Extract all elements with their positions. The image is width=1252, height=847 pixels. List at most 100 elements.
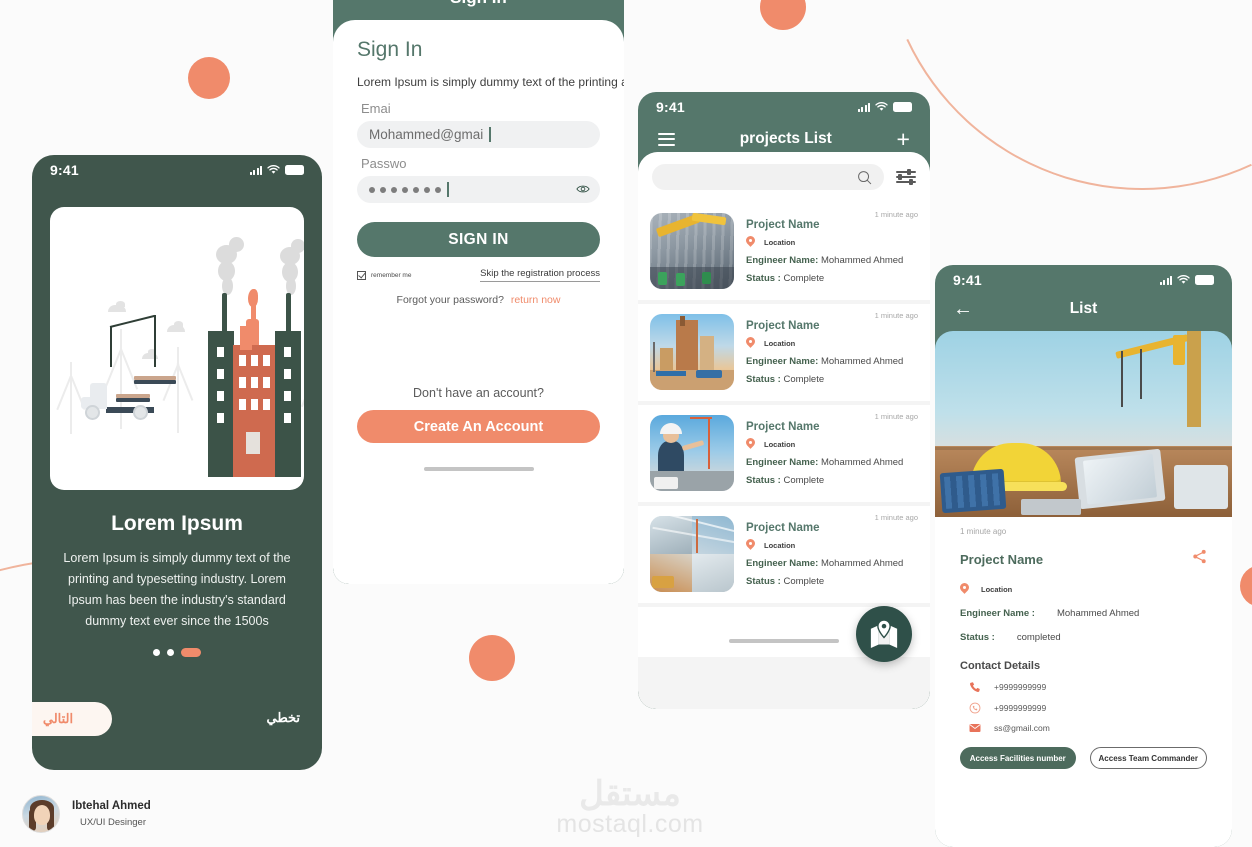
location-pin-icon [746,438,755,450]
project-timestamp: 1 minute ago [874,311,918,320]
email-field[interactable]: Mohammed@gmai [357,121,600,148]
signal-icon [249,165,262,175]
project-engineer-row: Engineer Name: Mohammed Ahmed [746,558,918,569]
create-account-button[interactable]: Create An Account [357,410,600,443]
forgot-password-text: Forgot your password? [396,294,504,306]
access-team-commander-button[interactable]: Access Team Commander [1089,747,1207,769]
watermark: مستقل mostaql.com [520,774,740,839]
no-account-text: Don't have an account? [413,386,544,400]
author-text: Ibtehal Ahmed UX/UI Desinger [72,800,151,828]
project-status-row: Status : Complete [746,374,918,385]
project-location: Location [764,237,796,247]
table-row[interactable]: 1 minute ago Project Name Location Engin… [638,304,930,401]
map-icon [870,620,898,648]
onboarding-description: Lorem Ipsum is simply dummy text of the … [63,551,291,628]
status-label: Status : [746,576,781,587]
password-label: Passwo [361,156,407,171]
project-timestamp: 1 minute ago [874,210,918,219]
remember-row: remember me Skip the registration proces… [357,268,600,282]
page-dot-3-active[interactable] [181,648,201,657]
status-label: Status : [746,273,781,284]
status-badge: Complete [783,273,825,284]
project-hero-image [935,331,1232,517]
location-pin-icon [746,539,755,551]
access-facilities-button[interactable]: Access Facilities number [960,747,1076,769]
status-bar: 9:41 [638,92,930,122]
detail-project-name: Project Name [960,551,1044,567]
signal-icon [1159,275,1172,285]
decorative-circle-2 [760,0,806,30]
onboarding-illustration-card [50,207,304,490]
table-row[interactable]: 1 minute ago Project Name Location Engin… [638,203,930,300]
signal-icon [857,102,870,112]
author-credit: Ibtehal Ahmed UX/UI Desinger [22,795,151,833]
detail-location: Location [981,584,1013,594]
project-engineer-row: Engineer Name: Mohammed Ahmed [746,457,918,468]
engineer-value: Mohammed Ahmed [820,255,904,266]
skip-button[interactable]: تخطي [266,710,300,726]
contact-phone-row[interactable]: +9999999999 [960,681,1207,693]
decorative-circle-3 [469,635,515,681]
project-location-row: Location [746,539,918,551]
project-name: Project Name [746,320,820,332]
menu-icon[interactable] [658,132,675,146]
table-row[interactable]: 1 minute ago Project Name Location Engin… [638,506,930,603]
project-thumbnail [650,516,734,592]
status-label: Status : [746,475,781,486]
add-project-icon[interactable]: + [897,128,910,151]
map-fab-button[interactable] [856,606,912,662]
author-role: UX/UI Desinger [80,817,146,828]
password-field[interactable] [357,176,600,203]
project-thumbnail [650,415,734,491]
password-masked-value [369,186,441,193]
page-dot-1[interactable] [153,649,160,656]
filter-icon[interactable] [896,169,916,185]
avatar [22,795,60,833]
phone-screen-projects-list: 9:41 projects List + 1 minute ago Projec… [638,92,930,709]
skip-registration-link[interactable]: Skip the registration process [480,268,600,282]
signin-title: Sign In [357,38,423,61]
status-badge: Complete [783,374,825,385]
project-thumbnail [650,314,734,390]
onboarding-footer: التالي تخطي [32,702,322,736]
project-status-row: Status : Complete [746,273,918,284]
share-icon[interactable] [1192,549,1207,569]
project-location: Location [764,439,796,449]
status-bar: 9:41 [935,265,1232,295]
return-now-link[interactable]: return now [511,294,561,306]
search-icon [858,170,872,184]
checkbox-icon[interactable] [357,270,366,280]
detail-title: List [1069,300,1098,317]
location-pin-icon [960,583,969,595]
projects-title: projects List [739,130,832,147]
page-dot-2[interactable] [167,649,174,656]
show-password-eye-icon[interactable] [576,181,590,199]
remember-me-checkbox[interactable]: remember me [357,270,411,280]
search-input[interactable] [652,164,884,190]
whatsapp-icon [969,702,981,714]
detail-action-buttons: Access Facilities number Access Team Com… [960,747,1207,769]
engineer-value: Mohammed Ahmed [820,457,904,468]
detail-body: 1 minute ago Project Name Location Engin… [935,517,1232,847]
project-status-row: Status : Complete [746,576,918,587]
table-row[interactable]: 1 minute ago Project Name Location Engin… [638,405,930,502]
contact-email-value: ss@gmail.com [994,723,1050,733]
next-button[interactable]: التالي [32,702,112,736]
page-indicator[interactable] [32,648,322,657]
search-row [638,152,930,203]
engineer-label: Engineer Name : [960,608,1035,619]
phone-screen-project-detail: 9:41 ← List 1 minute ago Project Name Lo… [935,265,1232,847]
project-timestamp: 1 minute ago [874,513,918,522]
contact-email-row[interactable]: ss@gmail.com [960,723,1207,733]
signin-button[interactable]: SIGN IN [357,222,600,257]
project-thumbnail [650,213,734,289]
battery-icon [285,165,304,175]
project-name: Project Name [746,219,820,231]
project-name: Project Name [746,421,820,433]
project-info: 1 minute ago Project Name Location Engin… [746,210,918,289]
project-info: 1 minute ago Project Name Location Engin… [746,311,918,390]
contact-whatsapp-row[interactable]: +9999999999 [960,702,1207,714]
project-info: 1 minute ago Project Name Location Engin… [746,412,918,491]
decorative-circle-4 [1240,565,1252,607]
engineer-label: Engineer Name: [746,558,819,569]
